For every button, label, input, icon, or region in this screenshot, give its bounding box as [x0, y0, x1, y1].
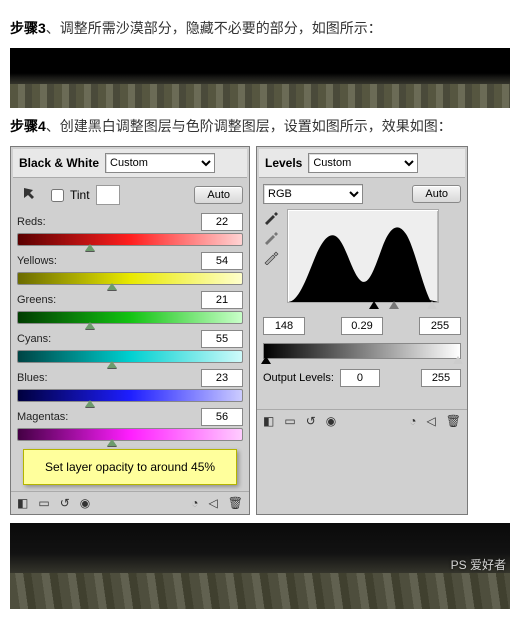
channel-slider[interactable] [17, 428, 243, 441]
expand-icon[interactable]: ▭ [284, 414, 295, 428]
eyedroppers [263, 209, 279, 265]
clip-icon[interactable]: ◔ [409, 414, 416, 428]
trash-icon[interactable]: 🗑 [446, 414, 461, 428]
reset-icon[interactable]: ↺ [306, 414, 316, 428]
channel-slider[interactable] [17, 350, 243, 363]
histogram [287, 209, 439, 303]
white-eyedropper-icon[interactable] [263, 249, 279, 265]
bw-title: Black & White [19, 156, 99, 170]
watermark-ps: PS 爱好者www.sai [451, 556, 506, 587]
in-high-field[interactable]: 255 [419, 317, 461, 335]
visibility-icon[interactable]: ◉ [326, 414, 336, 428]
tint-swatch[interactable] [96, 185, 120, 205]
in-shadow-field[interactable]: 148 [263, 317, 305, 335]
lv-channel-select[interactable]: RGB [263, 184, 363, 204]
channel-value[interactable]: 54 [201, 252, 243, 270]
gray-eyedropper-icon[interactable] [263, 229, 279, 245]
step3-image [10, 48, 510, 108]
in-mid-field[interactable]: 0.29 [341, 317, 383, 335]
prev-icon[interactable]: ◁ [209, 496, 218, 510]
output-gradient[interactable] [263, 343, 461, 359]
watermark-brand: UiBQ.CoM [417, 587, 504, 605]
out-high-field[interactable]: 255 [421, 369, 461, 387]
lv-title: Levels [265, 156, 302, 170]
bw-title-bar: Black & White Custom [13, 149, 247, 178]
lv-auto-button[interactable]: Auto [412, 185, 461, 203]
bw-auto-button[interactable]: Auto [194, 186, 243, 204]
channel-label: Reds: [17, 216, 46, 228]
bw-preset-select[interactable]: Custom [105, 153, 215, 173]
targeted-adjust-icon[interactable] [17, 183, 41, 207]
expand-icon[interactable]: ▭ [38, 496, 49, 510]
levels-panel: Levels Custom RGB Auto [256, 146, 468, 515]
out-shadow-field[interactable]: 0 [340, 369, 380, 387]
step4-heading: 步骤4、创建黑白调整图层与色阶调整图层，设置如图所示，效果如图： [10, 116, 514, 136]
shadow-slider[interactable] [369, 301, 379, 309]
reset-icon[interactable]: ↺ [60, 496, 70, 510]
input-sliders[interactable] [287, 301, 461, 311]
adjustments-icon[interactable]: ◧ [17, 496, 28, 510]
channel-label: Greens: [17, 294, 56, 306]
channel-label: Blues: [17, 372, 48, 384]
black-eyedropper-icon[interactable] [263, 209, 279, 225]
channel-label: Cyans: [17, 333, 51, 345]
channel-slider[interactable] [17, 233, 243, 246]
step4-result-image: PS 爱好者www.sai UiBQ.CoM [10, 523, 510, 609]
lv-title-bar: Levels Custom [259, 149, 465, 178]
clip-icon[interactable]: ◔ [191, 496, 198, 510]
midtone-slider[interactable] [389, 301, 399, 309]
bw-bottom-bar: ◧ ▭ ↺ ◉ ◔ ◁ 🗑 [11, 491, 249, 514]
channel-slider[interactable] [17, 389, 243, 402]
tint-checkbox[interactable]: Tint [47, 186, 90, 205]
channel-slider[interactable] [17, 272, 243, 285]
channel-label: Yellows: [17, 255, 57, 267]
lv-preset-select[interactable]: Custom [308, 153, 418, 173]
visibility-icon[interactable]: ◉ [80, 496, 90, 510]
step3-heading: 步骤3、调整所需沙漠部分，隐藏不必要的部分，如图所示： [10, 18, 514, 38]
channel-slider[interactable] [17, 311, 243, 324]
out-high-slider[interactable] [453, 356, 463, 364]
channel-value[interactable]: 55 [201, 330, 243, 348]
channel-label: Magentas: [17, 411, 68, 423]
adjustment-panels: Black & White Custom Tint Auto Reds: 22 Ye… [10, 146, 514, 515]
channel-value[interactable]: 22 [201, 213, 243, 231]
adjustments-icon[interactable]: ◧ [263, 414, 274, 428]
out-shadow-slider[interactable] [261, 356, 271, 364]
highlight-slider[interactable] [427, 301, 437, 309]
black-white-panel: Black & White Custom Tint Auto Reds: 22 Ye… [10, 146, 250, 515]
trash-icon[interactable]: 🗑 [228, 496, 243, 510]
output-label: Output Levels: [263, 372, 334, 384]
channel-value[interactable]: 23 [201, 369, 243, 387]
lv-bottom-bar: ◧ ▭ ↺ ◉ ◔ ◁ 🗑 [257, 409, 467, 432]
channel-value[interactable]: 21 [201, 291, 243, 309]
channel-value[interactable]: 56 [201, 408, 243, 426]
opacity-note: Set layer opacity to around 45% [23, 449, 237, 485]
prev-icon[interactable]: ◁ [427, 414, 436, 428]
